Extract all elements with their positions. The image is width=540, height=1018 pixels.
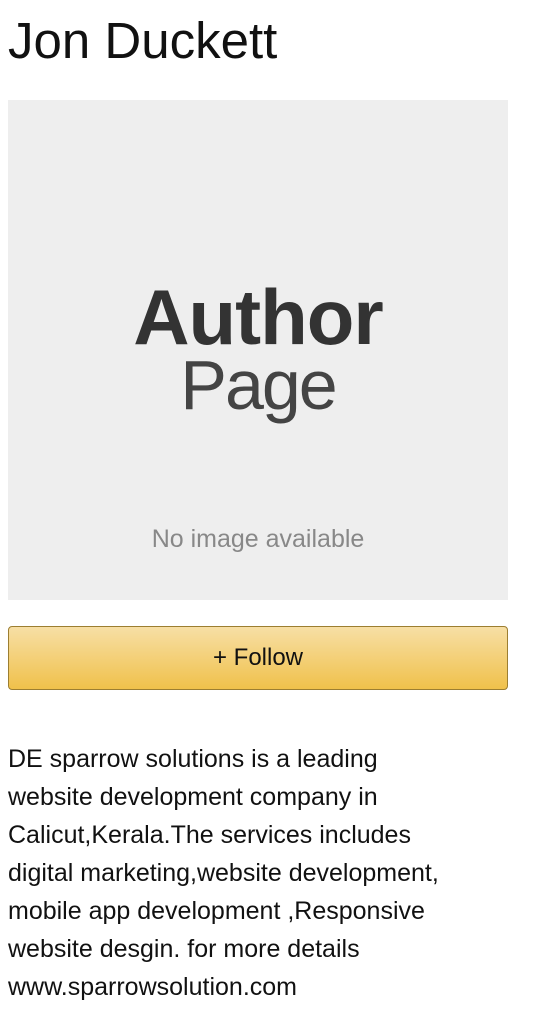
author-bio: DE sparrow solutions is a leading websit… (8, 740, 518, 1006)
author-image-placeholder: Author Page No image available (8, 100, 508, 600)
bio-line: Calicut,Kerala.The services includes (8, 821, 411, 849)
placeholder-title-page: Page (180, 346, 337, 424)
bio-line: digital marketing,website development, (8, 859, 439, 887)
bio-line: DE sparrow solutions is a leading (8, 745, 378, 773)
author-name: Jon Duckett (8, 12, 278, 69)
no-image-caption: No image available (151, 525, 365, 553)
follow-button-label: + Follow (212, 644, 304, 671)
bio-line: www.sparrowsolution.com (8, 973, 297, 1001)
bio-line: website desgin. for more details (8, 935, 360, 963)
bio-line: website development company in (8, 783, 378, 811)
bio-line: mobile app development ,Responsive (8, 897, 425, 925)
follow-button[interactable]: + Follow (8, 626, 508, 690)
